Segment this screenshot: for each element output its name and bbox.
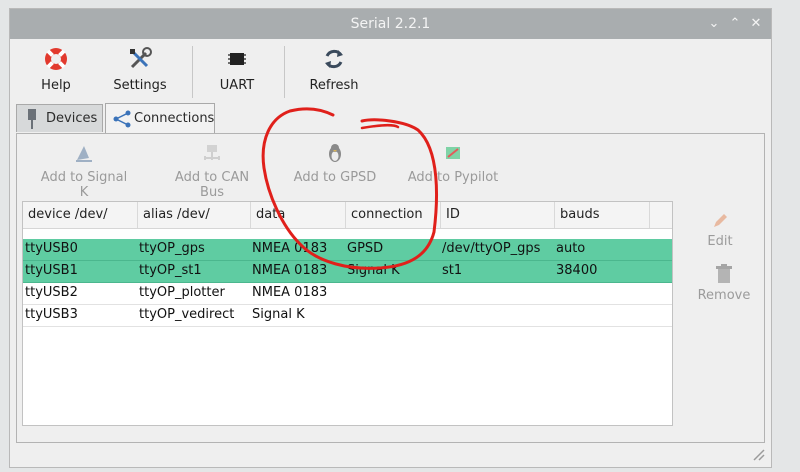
connections-table: device /dev/ alias /dev/ data connection… [22,201,673,426]
cell-connection: GPSD [347,241,384,256]
cell-device: ttyUSB2 [25,285,78,300]
column-header-alias[interactable]: alias /dev/ [143,207,210,222]
usb-plug-icon [28,109,36,129]
cell-data: Signal K [252,307,305,322]
edit-button[interactable]: Edit [693,212,747,249]
cell-alias: ttyOP_vedirect [139,307,235,322]
add-to-signalk-button[interactable]: Add to Signal K [35,142,133,200]
pencil-icon [714,214,727,227]
cell-data: NMEA 0183 [252,263,328,278]
column-header-device[interactable]: device /dev/ [28,207,108,222]
network-icon [204,145,220,160]
cell-alias: ttyOP_st1 [139,263,202,278]
cell-device: ttyUSB1 [25,263,78,278]
lifebuoy-icon [45,48,67,70]
table-row[interactable]: ttyUSB1 ttyOP_st1 NMEA 0183 Signal K st1… [23,261,672,283]
title-bar[interactable]: Serial 2.2.1 ⌄ ⌃ ✕ [10,9,771,39]
share-icon [113,110,131,128]
column-header-connection[interactable]: connection [351,207,423,222]
refresh-icon [325,49,343,69]
settings-label: Settings [113,78,167,93]
window-title: Serial 2.2.1 [350,16,431,32]
column-header-data[interactable]: data [256,207,285,222]
toolbar-separator [192,46,193,98]
signalk-icon [76,146,92,162]
add-to-gpsd-button[interactable]: Add to GPSD [293,142,377,185]
column-header-id[interactable]: ID [446,207,460,222]
cell-alias: ttyOP_gps [139,241,205,256]
uart-label: UART [219,78,255,93]
resize-grip-icon[interactable] [751,447,765,461]
maximize-icon[interactable]: ⌃ [728,17,742,31]
trash-icon [716,264,732,283]
add-to-canbus-label: Add to CAN Bus [174,170,250,200]
help-button[interactable]: Help [34,46,78,98]
add-to-canbus-button[interactable]: Add to CAN Bus [163,142,261,200]
table-row[interactable]: ttyUSB3 ttyOP_vedirect Signal K [23,305,672,327]
serial-window: Serial 2.2.1 ⌄ ⌃ ✕ Help Settings UART Re… [9,8,772,468]
cell-data: NMEA 0183 [252,241,328,256]
table-row[interactable]: ttyUSB0 ttyOP_gps NMEA 0183 GPSD /dev/tt… [23,239,672,261]
edit-label: Edit [707,234,733,249]
add-to-gpsd-label: Add to GPSD [293,170,377,185]
table-row[interactable]: ttyUSB2 ttyOP_plotter NMEA 0183 [23,283,672,305]
toolbar: Help Settings UART Refresh [10,40,771,102]
refresh-label: Refresh [309,78,359,93]
column-divider [137,202,138,228]
cell-id: st1 [442,263,463,278]
close-icon[interactable]: ✕ [749,17,763,31]
uart-button[interactable]: UART [215,46,259,98]
cell-data: NMEA 0183 [252,285,328,300]
minimize-icon[interactable]: ⌄ [707,17,721,31]
cell-device: ttyUSB3 [25,307,78,322]
refresh-button[interactable]: Refresh [306,46,362,98]
cell-device: ttyUSB0 [25,241,78,256]
tab-connections-label: Connections [134,111,215,126]
cell-bauds: auto [556,241,586,256]
settings-button[interactable]: Settings [110,46,170,98]
remove-label: Remove [697,288,751,303]
tab-connections[interactable]: Connections [105,103,215,133]
column-header-bauds[interactable]: bauds [560,207,599,222]
column-divider [440,202,441,228]
connections-panel: Add to Signal K Add to CAN Bus Add to GP… [16,133,765,443]
remove-button[interactable]: Remove [693,264,755,303]
pypilot-icon [446,147,460,159]
column-divider [250,202,251,228]
chip-icon [228,53,246,65]
cell-bauds: 38400 [556,263,598,278]
add-to-signalk-label: Add to Signal K [40,170,128,200]
cell-alias: ttyOP_plotter [139,285,225,300]
add-to-pypilot-label: Add to Pypilot [407,170,499,185]
toolbar-separator [284,46,285,98]
table-header: device /dev/ alias /dev/ data connection… [23,202,672,229]
column-divider [345,202,346,228]
add-to-pypilot-button[interactable]: Add to Pypilot [405,142,501,185]
tools-icon [130,47,152,69]
tab-devices[interactable]: Devices [16,104,103,132]
cell-id: /dev/ttyOP_gps [442,241,541,256]
column-divider [649,202,650,228]
column-divider [554,202,555,228]
tab-devices-label: Devices [46,111,98,126]
help-label: Help [41,78,71,93]
penguin-icon [329,144,341,162]
cell-connection: Signal K [347,263,400,278]
